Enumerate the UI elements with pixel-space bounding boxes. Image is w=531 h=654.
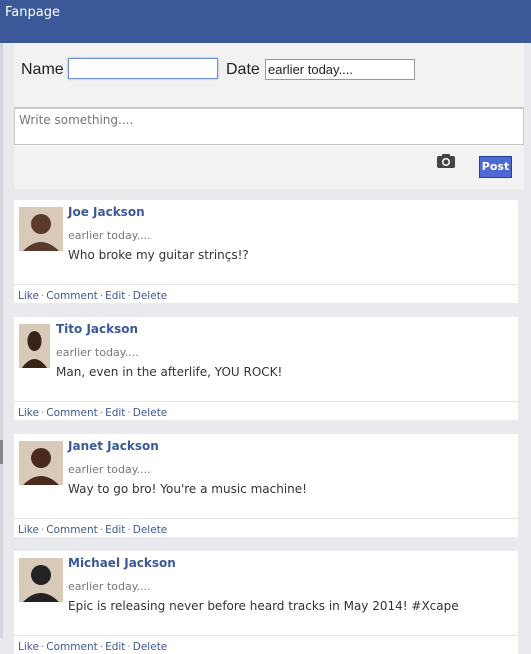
separator: · [127,407,131,419]
post-author[interactable]: Michael Jackson [68,556,176,570]
top-bar: Fanpage [0,0,531,43]
edit-link[interactable]: Edit [105,524,125,536]
comment-link[interactable]: Comment [46,641,97,653]
comment-link[interactable]: Comment [46,290,97,302]
date-label: Date [226,61,260,78]
like-link[interactable]: Like [18,641,39,653]
post-time: earlier today.... [68,580,151,593]
write-something-input[interactable] [14,107,524,145]
avatar[interactable] [19,324,50,368]
separator: · [127,524,131,536]
separator: · [127,641,131,653]
delete-link[interactable]: Delete [133,407,168,419]
post-card: Michael Jackson earlier today.... Epic i… [14,551,518,654]
post-actions: Like · Comment · Edit · Delete [18,524,167,536]
delete-link[interactable]: Delete [133,290,168,302]
edit-link[interactable]: Edit [105,407,125,419]
post-message: Man, even in the afterlife, YOU ROCK! [56,365,283,379]
page-title: Fanpage [5,5,60,20]
separator: · [127,290,131,302]
post-author[interactable]: Janet Jackson [68,439,159,453]
edit-link[interactable]: Edit [105,290,125,302]
edit-link[interactable]: Edit [105,641,125,653]
separator: · [99,524,104,536]
date-input[interactable] [265,59,415,80]
post-actions: Like · Comment · Edit · Delete [18,407,167,419]
avatar[interactable] [19,558,63,602]
post-time: earlier today.... [68,463,151,476]
avatar[interactable] [19,441,63,485]
post-actions: Like · Comment · Edit · Delete [18,290,167,302]
like-link[interactable]: Like [18,524,39,536]
post-actions: Like · Comment · Edit · Delete [18,641,167,653]
divider [14,401,518,402]
divider [14,518,518,519]
delete-link[interactable]: Delete [133,641,168,653]
post-card: Tito Jackson earlier today.... Man, even… [14,317,518,420]
comment-link[interactable]: Comment [46,524,97,536]
separator: · [40,641,45,653]
delete-link[interactable]: Delete [133,524,168,536]
post-button[interactable]: Post [479,156,512,178]
scroll-marker[interactable] [0,440,3,464]
name-input[interactable] [68,58,218,79]
comment-link[interactable]: Comment [46,407,97,419]
post-author[interactable]: Joe Jackson [68,205,145,219]
post-message: Who broke my guitar strinçs!? [68,248,249,262]
divider [14,284,518,285]
divider [14,635,518,636]
avatar[interactable] [19,207,63,251]
separator: · [99,641,104,653]
name-label: Name [21,61,64,78]
left-edge [0,43,3,638]
post-message: Epic is releasing never before heard tra… [68,599,459,613]
like-link[interactable]: Like [18,290,39,302]
post-author[interactable]: Tito Jackson [56,322,138,336]
like-link[interactable]: Like [18,407,39,419]
camera-icon[interactable] [436,153,456,169]
post-time: earlier today.... [68,229,151,242]
post-card: Joe Jackson earlier today.... Who broke … [14,200,518,303]
separator: · [99,407,104,419]
separator: · [99,290,104,302]
post-message: Way to go bro! You're a music machine! [68,482,307,496]
post-time: earlier today.... [56,346,139,359]
post-card: Janet Jackson earlier today.... Way to g… [14,434,518,537]
